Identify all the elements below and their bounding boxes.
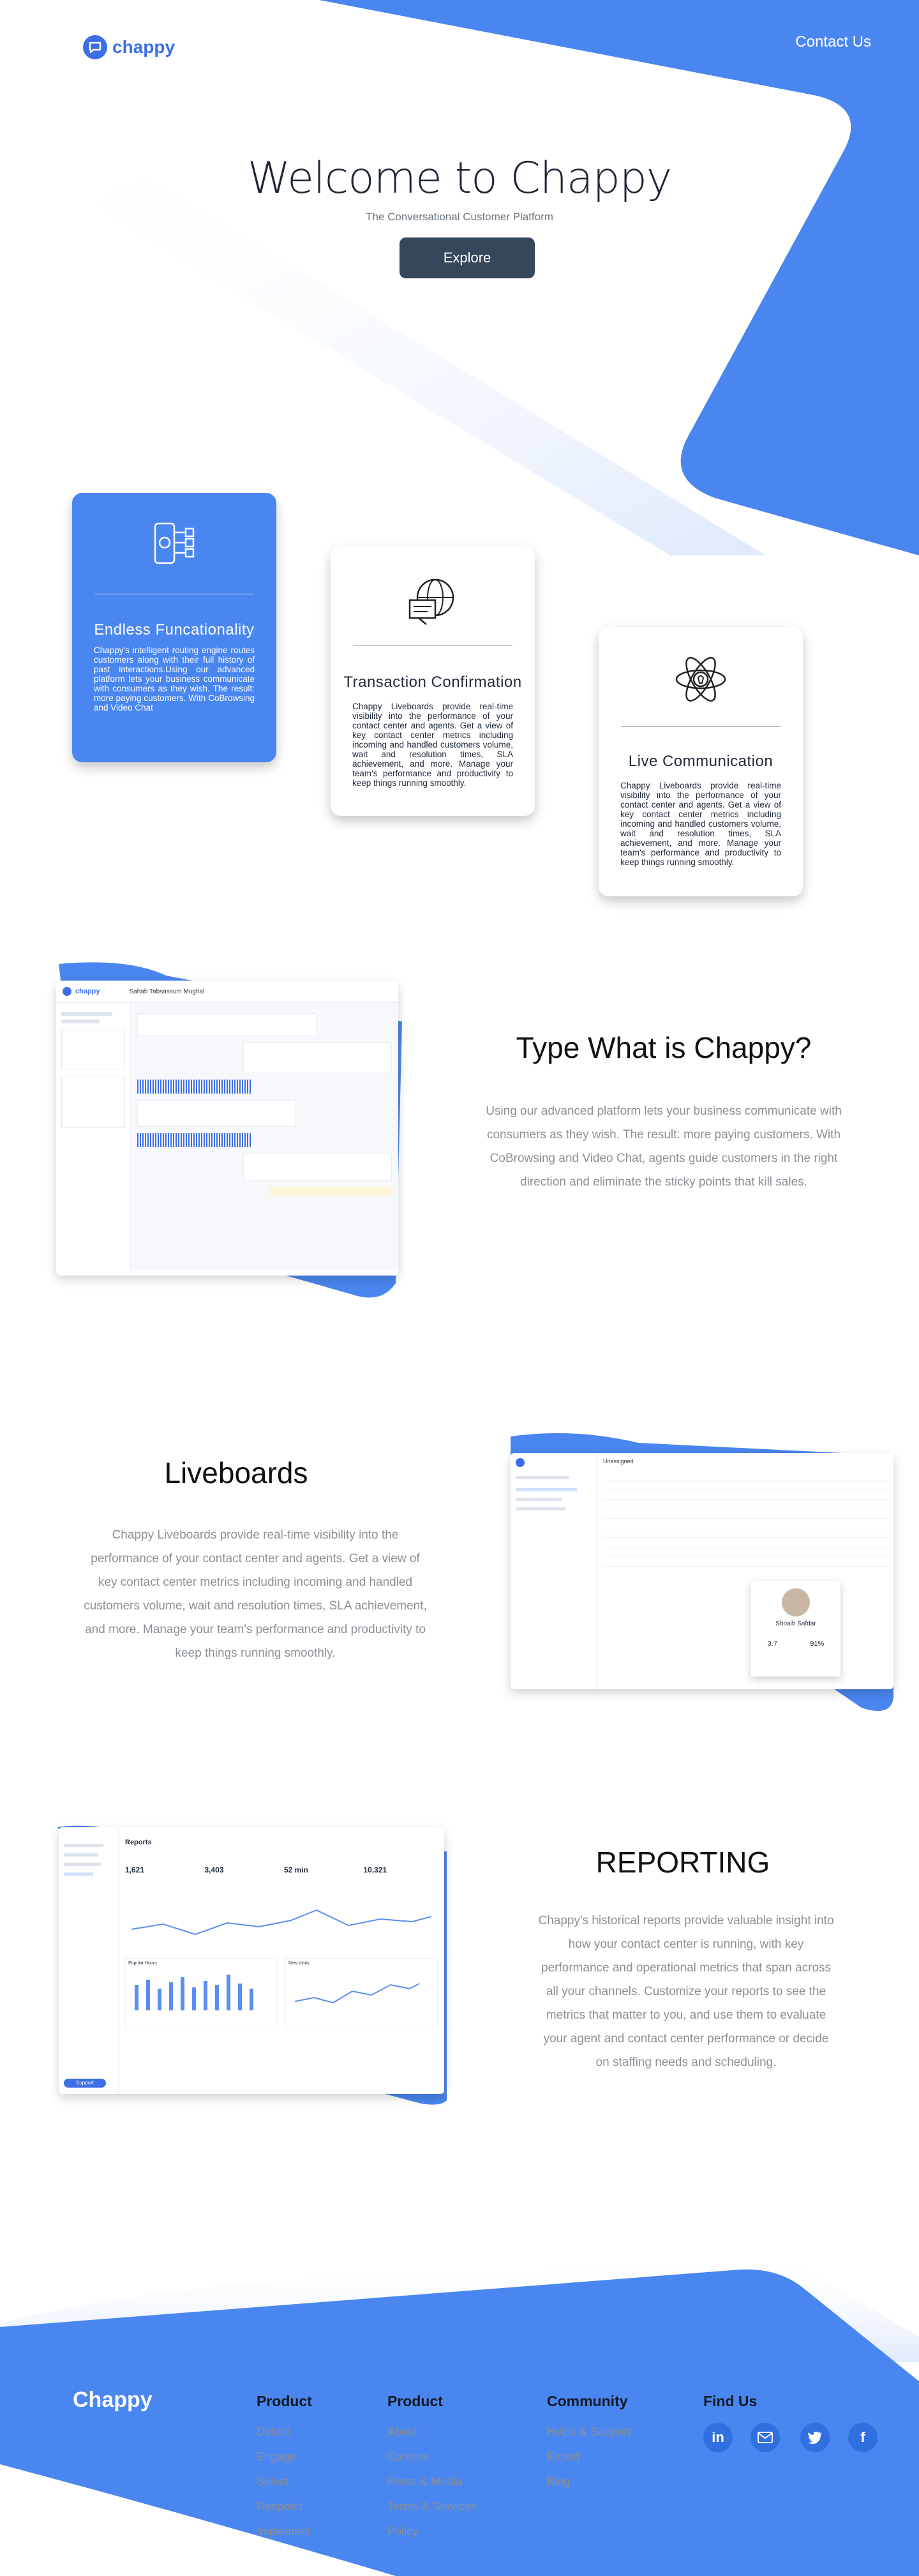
footer-link-press[interactable]: Press & Media — [387, 2475, 477, 2489]
section-title-type: Type What is Chappy? — [516, 1031, 812, 1064]
reports-title: Reports — [125, 1839, 152, 1846]
footer-column-product: Product Detect Engage Select Respond Imp… — [257, 2393, 312, 2550]
feature-title: Live Communication — [628, 753, 773, 770]
screenshot-sidebar: Support — [59, 1827, 119, 2094]
feature-title: Transaction Confirmation — [343, 674, 522, 691]
footer-heading: Find Us — [703, 2393, 758, 2409]
mail-icon[interactable] — [751, 2423, 780, 2452]
footer-brand[interactable]: Chappy — [73, 2388, 153, 2413]
screenshot-list-area: Unassigned Shoaib Safdar 3.7 91% — [598, 1453, 893, 1689]
popular-hours-panel: Popular Hours — [125, 1958, 278, 2028]
reports-screenshot: Support Reports 1,621 3,403 52 min 10,32… — [59, 1827, 444, 2094]
footer-link-detect[interactable]: Detect — [257, 2425, 312, 2439]
chat-app-screenshot: chappy Sahab Tabsassum Mughal — [56, 981, 398, 1276]
footer-link-careers[interactable]: Careers — [387, 2450, 477, 2464]
footer-link-help[interactable]: Helps & Support — [547, 2425, 631, 2439]
section-body-liveboards: Chappy Liveboards provide real-time visi… — [84, 1528, 427, 1660]
footer-link-engage[interactable]: Engage — [257, 2450, 312, 2464]
chat-user-name: Sahab Tabsassum Mughal — [129, 988, 205, 995]
footer-column-community: Community Helps & Support Expert Blog — [547, 2393, 631, 2500]
feature-body: Chappy Liveboards provide real-time visi… — [620, 781, 781, 867]
feature-card-live: Live Communication Chappy Liveboards pro… — [599, 627, 803, 896]
footer-link-implement[interactable]: Implement — [257, 2525, 312, 2538]
hero-subtitle: The Conversational Customer Platform — [366, 211, 553, 223]
bar-graph — [135, 1975, 253, 2010]
footer-column-company: Product About Careers Press & Media Term… — [387, 2393, 477, 2550]
footer-link-blog[interactable]: Blog — [547, 2475, 631, 2489]
line-graph — [131, 1909, 432, 1936]
globe-monitor-icon — [408, 578, 454, 625]
footer-link-respond[interactable]: Respond — [257, 2500, 312, 2513]
contact-us-link[interactable]: Contact Us — [795, 33, 871, 51]
phone-network-icon — [154, 522, 195, 564]
atom-lightbulb-icon — [675, 657, 726, 702]
section-title-reporting: REPORTING — [595, 1846, 770, 1879]
screenshot-chat-area — [131, 1003, 398, 1271]
section-title-liveboards: Liveboards — [164, 1456, 308, 1489]
feature-body: Chappy's intelligent routing engine rout… — [94, 645, 255, 712]
new-visits-panel: New Visits — [285, 1958, 438, 2028]
footer-link-policy[interactable]: Policy — [387, 2525, 477, 2538]
background-shapes — [0, 0, 919, 2576]
footer-heading: Product — [257, 2393, 312, 2409]
panel-title: Popular Hours — [128, 1961, 157, 1966]
section-body-type: Using our advanced platform lets your bu… — [486, 1104, 842, 1189]
explore-button[interactable]: Explore — [400, 237, 535, 278]
footer-link-select[interactable]: Select — [257, 2475, 312, 2489]
footer-heading: Product — [387, 2393, 443, 2409]
profile-stat: 91% — [810, 1640, 825, 1648]
footer-heading: Community — [547, 2393, 628, 2409]
feature-card-endless: Endless Funcationality Chappy's intellig… — [72, 493, 276, 762]
footer-column-find-us: Find Us — [703, 2393, 757, 2425]
feature-body: Chappy Liveboards provide real-time visi… — [352, 702, 513, 788]
linkedin-icon[interactable]: in — [703, 2423, 733, 2452]
app-name: chappy — [75, 988, 100, 995]
profile-stat: 3.7 — [767, 1640, 777, 1648]
metric-value: 3,403 — [204, 1865, 224, 1874]
footer-link-about[interactable]: About — [387, 2425, 477, 2439]
section-body-reporting: Chappy's historical reports provide valu… — [538, 1914, 834, 2069]
panel-title: New Visits — [288, 1961, 310, 1966]
brand-logo[interactable]: chappy — [83, 35, 175, 59]
support-button[interactable]: Support — [64, 2079, 106, 2088]
app-logo-icon — [63, 987, 71, 996]
screenshot-sidebar — [56, 1003, 131, 1271]
brand-name: chappy — [112, 37, 176, 57]
liveboards-screenshot: Unassigned Shoaib Safdar 3.7 91% — [511, 1453, 893, 1689]
facebook-icon[interactable]: f — [848, 2423, 878, 2452]
screenshot-report-area: Reports 1,621 3,403 52 min 10,321 Popula… — [119, 1827, 444, 2094]
feature-title: Endless Funcationality — [94, 621, 255, 638]
area-graph — [294, 1983, 420, 2004]
metric-value: 1,621 — [125, 1865, 145, 1874]
avatar — [782, 1588, 810, 1616]
twitter-icon[interactable] — [800, 2423, 830, 2452]
list-header: Unassigned — [603, 1458, 634, 1465]
metric-value: 10,321 — [363, 1865, 387, 1874]
chat-bubble-icon — [83, 35, 107, 59]
profile-popup: Shoaib Safdar 3.7 91% — [751, 1581, 841, 1676]
metric-value: 52 min — [284, 1865, 309, 1874]
screenshot-header: chappy Sahab Tabsassum Mughal — [56, 981, 398, 1003]
feature-card-transaction: Transaction Confirmation Chappy Liveboar… — [331, 546, 535, 816]
footer-link-expert[interactable]: Expert — [547, 2450, 631, 2464]
profile-name: Shoaib Safdar — [775, 1620, 816, 1627]
screenshot-sidebar — [511, 1453, 598, 1689]
hero-title: Welcome to Chappy — [247, 153, 672, 204]
footer-link-terms[interactable]: Terms & Services — [387, 2500, 477, 2513]
